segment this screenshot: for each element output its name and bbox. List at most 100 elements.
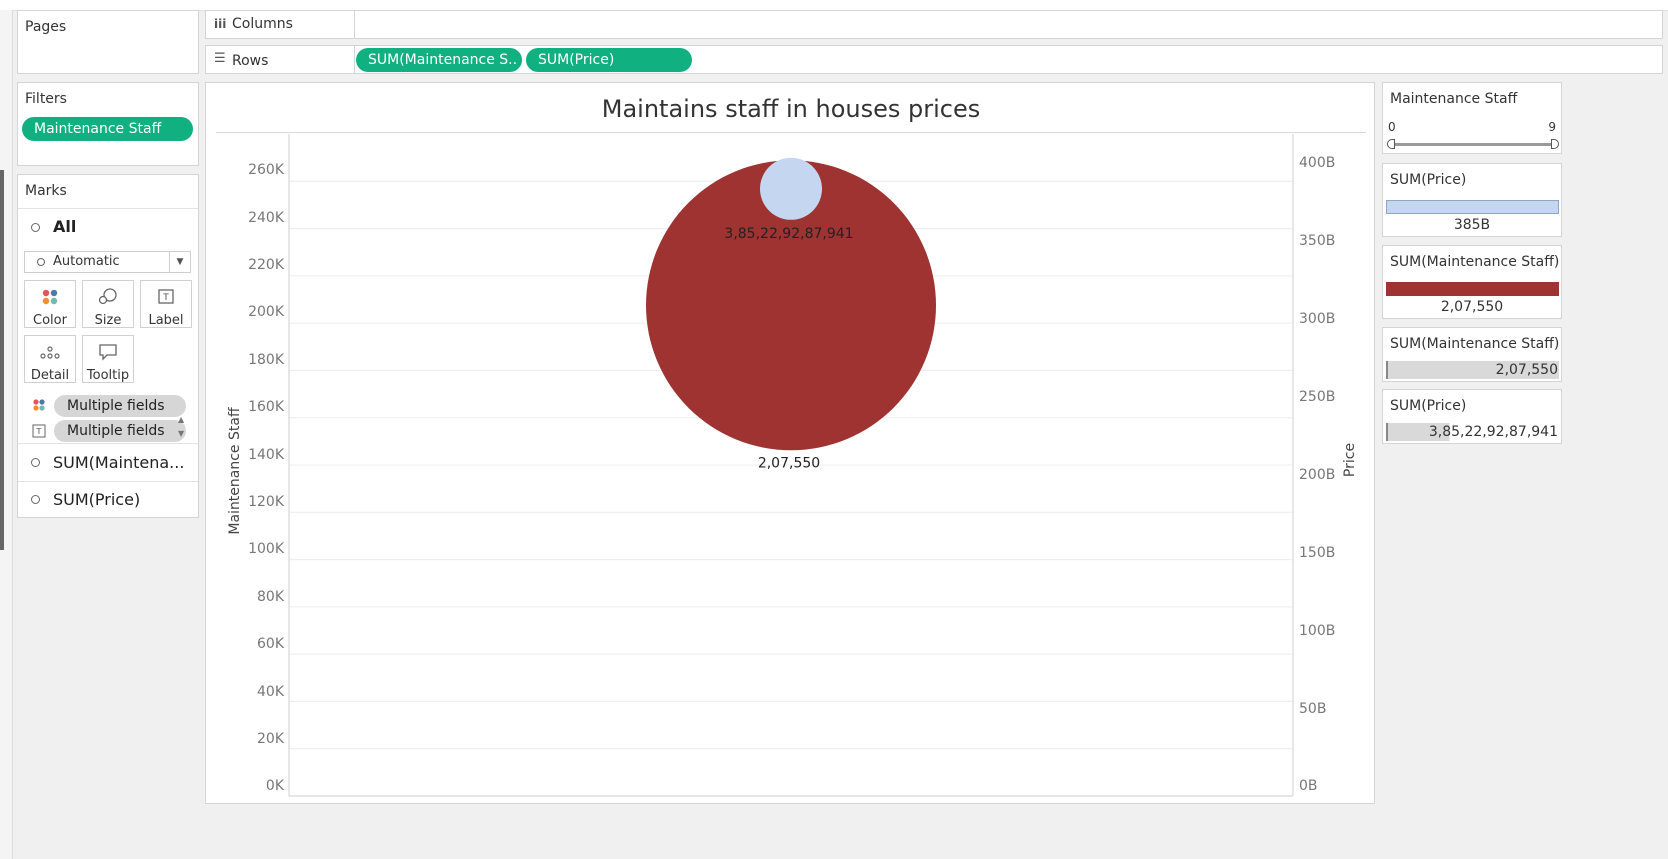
text-field-icon: T (32, 423, 46, 442)
color-button[interactable]: Color (24, 280, 76, 328)
price-size-swatch (1386, 200, 1559, 214)
price-size-legend-title: SUM(Price) (1390, 172, 1467, 188)
left-tick: 80K (257, 589, 284, 605)
left-axis: 0K 20K 40K 60K 80K 100K 120K 140K 160K 1… (206, 83, 284, 805)
filters-card[interactable]: Filters Maintenance Staff (17, 82, 199, 166)
columns-divider (354, 11, 355, 38)
price-color-legend-title: SUM(Price) (1390, 398, 1467, 414)
maintenance-radio[interactable] (31, 458, 40, 467)
rows-divider (354, 46, 355, 73)
detail-icon (25, 342, 75, 366)
columns-label: Columns (232, 16, 293, 32)
left-tick: 180K (248, 352, 284, 368)
right-tick: 100B (1299, 623, 1336, 639)
color-field-pill[interactable]: Multiple fields (54, 395, 186, 417)
range-slider-track[interactable] (1390, 143, 1554, 146)
left-tick: 160K (248, 399, 284, 415)
right-tick: 250B (1299, 389, 1336, 405)
filter-legend-title: Maintenance Staff (1390, 91, 1518, 107)
mark-type-shape-icon (37, 258, 45, 266)
color-icon (25, 287, 75, 311)
left-tick: 60K (257, 636, 284, 652)
title-divider (216, 132, 1366, 133)
rows-label: Rows (232, 53, 269, 69)
text-label-icon: T (141, 287, 191, 311)
tooltip-icon (83, 342, 133, 366)
staff-size-legend[interactable]: SUM(Maintenance Staff) 2,07,550 (1382, 245, 1562, 319)
color-label: Color (33, 313, 67, 328)
rows-pill-maintenance[interactable]: SUM(Maintenance S.. (356, 48, 522, 72)
left-side-strip (0, 10, 13, 859)
marks-maintenance-row[interactable]: SUM(Maintena... (18, 443, 198, 481)
left-tick: 220K (248, 257, 284, 273)
price-color-legend[interactable]: SUM(Price) 3,85,22,92,87,941 (1382, 389, 1562, 444)
left-tick: 40K (257, 684, 284, 700)
svg-text:T: T (162, 293, 169, 303)
detail-label: Detail (30, 368, 70, 383)
staff-data-label: 2,07,550 (758, 455, 820, 471)
right-tick: 200B (1299, 467, 1336, 483)
marks-price-label: SUM(Price) (53, 490, 141, 509)
staff-color-legend-title: SUM(Maintenance Staff) (1390, 336, 1560, 352)
side-scrollbar[interactable] (0, 170, 4, 550)
columns-shelf[interactable]: iii Columns (205, 10, 1663, 39)
detail-button[interactable]: Detail (24, 335, 76, 383)
pages-card[interactable]: Pages (17, 10, 199, 74)
staff-color-legend[interactable]: SUM(Maintenance Staff) 2,07,550 (1382, 327, 1562, 382)
size-label: Size (94, 313, 122, 328)
left-tick: 120K (248, 494, 284, 510)
price-size-legend[interactable]: SUM(Price) 385B (1382, 163, 1562, 237)
price-radio[interactable] (31, 495, 40, 504)
left-tick: 100K (248, 541, 284, 557)
left-tick: 140K (248, 447, 284, 463)
size-icon (83, 287, 133, 311)
staff-size-legend-title: SUM(Maintenance Staff) (1390, 254, 1560, 270)
chart-title: Maintains staff in houses prices (601, 95, 981, 123)
range-slider-handle-min[interactable] (1387, 139, 1395, 149)
price-data-label: 3,85,22,92,87,941 (724, 226, 853, 242)
rows-icon: ☰ (214, 51, 226, 66)
left-tick: 0K (265, 778, 284, 794)
price-size-value: 385B (1453, 217, 1491, 233)
staff-size-value: 2,07,550 (1440, 299, 1504, 315)
pages-title: Pages (25, 19, 67, 35)
left-tick: 240K (248, 210, 284, 226)
scroll-down-icon[interactable]: ▼ (178, 429, 184, 438)
filter-max-value: 9 (1548, 120, 1556, 134)
left-tick: 260K (248, 162, 284, 178)
right-axis: 0B 50B 100B 150B 200B 250B 300B 350B 400… (1299, 83, 1369, 805)
label-field-pill[interactable]: Multiple fields (54, 420, 186, 442)
right-tick: 400B (1299, 155, 1336, 171)
maintenance-staff-filter-card[interactable]: Maintenance Staff 0 9 (1382, 82, 1562, 154)
right-tick: 300B (1299, 311, 1336, 327)
price-color-value: 3,85,22,92,87,941 (1428, 424, 1558, 440)
tooltip-label: Tooltip (86, 368, 130, 383)
price-circle[interactable] (760, 157, 822, 220)
plot-area[interactable]: 3,85,22,92,87,941 2,07,550 (288, 134, 1294, 797)
scroll-up-icon[interactable]: ▲ (178, 415, 184, 424)
right-tick: 350B (1299, 233, 1336, 249)
filter-pill-maintenance-staff[interactable]: Maintenance Staff (22, 117, 193, 141)
chevron-down-icon[interactable]: ▼ (169, 252, 190, 272)
all-radio[interactable] (31, 223, 40, 232)
chart-panel[interactable]: Maintains staff in houses prices Mainten… (205, 82, 1375, 804)
marks-maintenance-label: SUM(Maintena... (53, 453, 185, 472)
rows-pill-price[interactable]: SUM(Price) (526, 48, 692, 72)
right-tick: 50B (1299, 701, 1327, 717)
filter-min-value: 0 (1388, 120, 1396, 134)
marks-price-row[interactable]: SUM(Price) (18, 481, 198, 517)
mark-type-dropdown[interactable]: Automatic ▼ (24, 251, 191, 273)
marks-card[interactable]: Marks All Automatic ▼ Color Size T Label… (17, 174, 199, 518)
marks-all-label: All (53, 217, 77, 236)
range-slider-handle-max[interactable] (1551, 139, 1559, 149)
filters-title: Filters (25, 91, 67, 107)
marks-all-row[interactable]: All (18, 208, 198, 246)
right-tick: 150B (1299, 545, 1336, 561)
size-button[interactable]: Size (82, 280, 134, 328)
label-button[interactable]: T Label (140, 280, 192, 328)
multiple-colors-icon (32, 397, 46, 416)
tooltip-button[interactable]: Tooltip (82, 335, 134, 383)
mark-type-value: Automatic (53, 254, 120, 269)
svg-text:T: T (36, 427, 42, 436)
left-tick: 20K (257, 731, 284, 747)
